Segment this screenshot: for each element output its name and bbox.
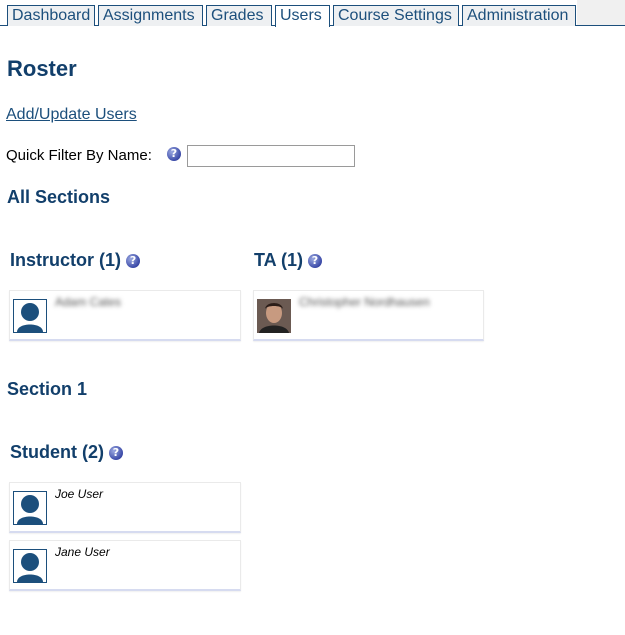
user-name: Adam Cates: [55, 295, 122, 309]
add-update-users-link[interactable]: Add/Update Users: [6, 106, 137, 124]
tab-users[interactable]: Users: [275, 5, 330, 27]
ta-heading: TA (1)?: [254, 250, 322, 271]
all-sections-heading: All Sections: [7, 187, 111, 207]
section-1-heading: Section 1: [7, 379, 88, 399]
quick-filter-label: Quick Filter By Name:: [6, 147, 152, 164]
instructor-heading-label: Instructor (1): [10, 250, 122, 270]
default-avatar-icon: [13, 549, 47, 583]
user-photo: [257, 299, 291, 333]
user-card-ta[interactable]: Christopher Nordhausen: [253, 290, 484, 341]
tab-grades[interactable]: Grades: [206, 5, 272, 26]
user-name: Jane User: [55, 545, 110, 559]
help-icon[interactable]: ?: [308, 254, 322, 268]
ta-heading-label: TA (1): [254, 250, 303, 270]
instructor-heading: Instructor (1)?: [10, 250, 141, 271]
page-title: Roster: [7, 56, 77, 81]
default-avatar-icon: [13, 491, 47, 525]
help-icon[interactable]: ?: [109, 446, 123, 460]
tab-course-settings[interactable]: Course Settings: [333, 5, 459, 26]
tab-bar: Dashboard Assignments Grades Users Cours…: [0, 0, 625, 27]
help-icon[interactable]: ?: [167, 147, 181, 161]
help-icon[interactable]: ?: [126, 254, 141, 268]
tab-dashboard[interactable]: Dashboard: [7, 5, 95, 26]
user-name: Joe User: [55, 487, 104, 501]
tab-administration[interactable]: Administration: [462, 5, 576, 26]
quick-filter-input[interactable]: [187, 145, 355, 167]
default-avatar-icon: [13, 299, 47, 333]
user-card-instructor[interactable]: Adam Cates: [9, 290, 241, 341]
user-name: Christopher Nordhausen: [299, 295, 430, 309]
user-card-student[interactable]: Joe User: [9, 482, 241, 533]
user-card-student[interactable]: Jane User: [9, 540, 241, 591]
tab-assignments[interactable]: Assignments: [98, 5, 203, 26]
student-heading-label: Student (2): [10, 442, 104, 462]
student-heading: Student (2)?: [10, 442, 123, 463]
